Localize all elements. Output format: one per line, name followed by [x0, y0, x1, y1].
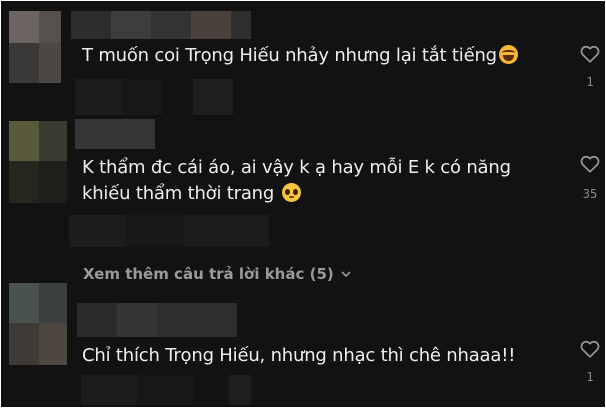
pleading-face-icon: [281, 183, 301, 202]
comment-thread: T muốn coi Trọng Hiếu nhảy nhưng lại tắt…: [1, 1, 605, 407]
view-more-replies-label: Xem thêm câu trả lời khác (5): [83, 265, 334, 283]
comment-actions-redacted[interactable]: [75, 79, 235, 115]
like-count: 35: [582, 187, 598, 201]
comment-body: Chỉ thích Trọng Hiếu, nhưng nhạc thì chê…: [82, 345, 516, 366]
comment-text: K thẩm đc cái áo, ai vậy k ạ hay mỗi E k…: [82, 155, 532, 207]
chevron-down-icon: [341, 271, 351, 278]
avatar[interactable]: [9, 11, 69, 83]
avatar[interactable]: [9, 283, 69, 365]
heart-outline-icon[interactable]: [579, 43, 601, 65]
view-more-replies-button[interactable]: Xem thêm câu trả lời khác (5): [83, 265, 352, 283]
username-redacted[interactable]: [77, 303, 237, 337]
username-redacted[interactable]: [75, 119, 155, 149]
heart-outline-icon[interactable]: [579, 153, 601, 175]
comment-text: Chỉ thích Trọng Hiếu, nhưng nhạc thì chê…: [82, 343, 515, 369]
like-count: 1: [586, 75, 594, 89]
avatar[interactable]: [9, 121, 69, 203]
comment-actions-redacted[interactable]: [69, 215, 269, 247]
comment-text: T muốn coi Trọng Hiếu nhảy nhưng lại tắt…: [82, 43, 518, 69]
grinning-squinting-face-icon: [498, 45, 518, 64]
like-count: 1: [586, 370, 594, 384]
heart-outline-icon[interactable]: [579, 338, 601, 360]
username-redacted[interactable]: [71, 11, 251, 39]
comment-body: T muốn coi Trọng Hiếu nhảy nhưng lại tắt…: [82, 45, 497, 66]
comment-actions-redacted[interactable]: [81, 375, 251, 405]
